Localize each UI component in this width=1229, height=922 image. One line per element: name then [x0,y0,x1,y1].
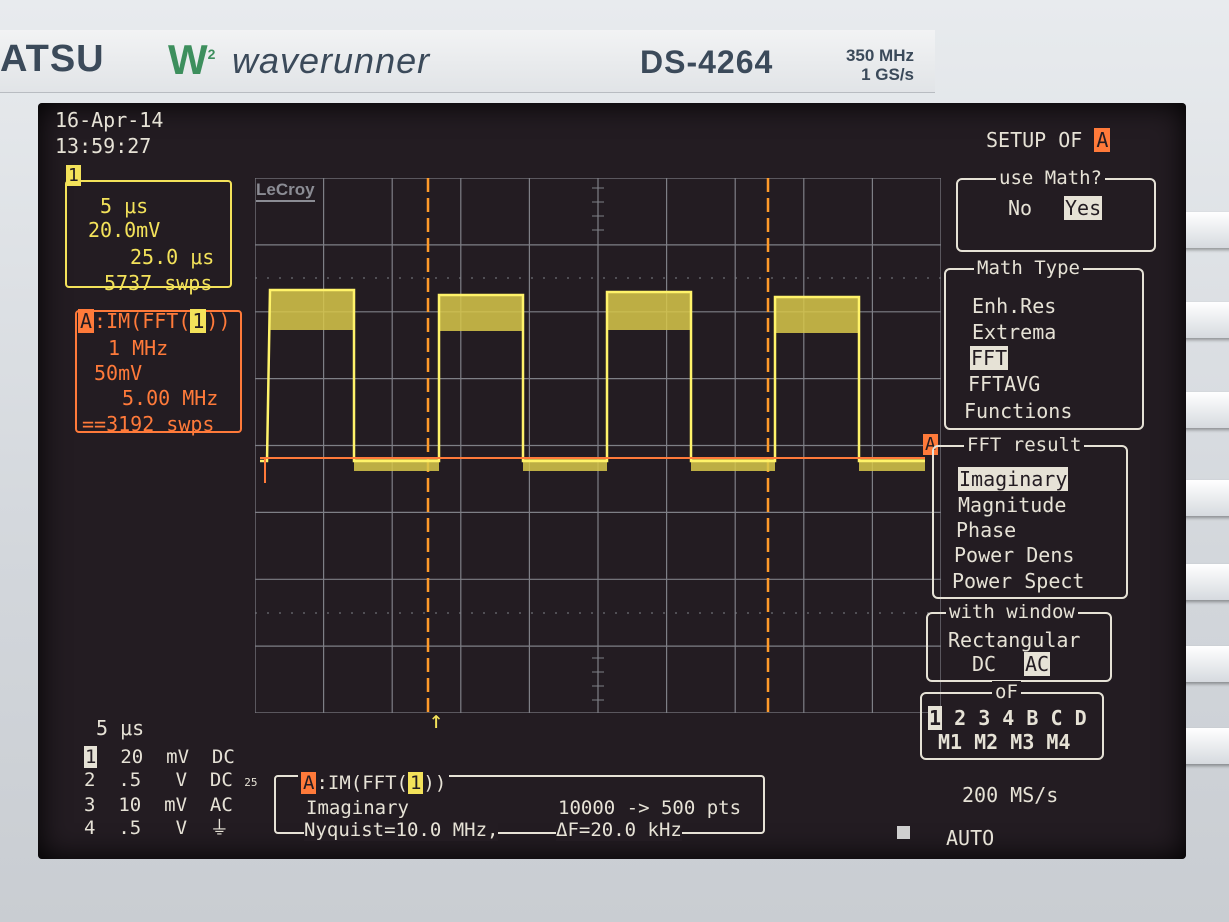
channel1-volts-div: 20.0mV [88,218,161,242]
brand-bar: ATSU W2 waverunner DS-4264 350 MHz 1 GS/… [0,30,935,93]
trigger-position-icon: ↑ [429,706,444,734]
math-type-menu[interactable]: Math Type Enh.Res Extrema FFT FFTAVG Fun… [944,257,1144,430]
math-type-functions[interactable]: Functions [964,399,1072,423]
ch3-summary: 3 10 mV AC [84,794,233,816]
math-source-list[interactable]: M1 M2 M3 M4 [938,730,1071,754]
trigger-mode: AUTO [946,826,995,850]
info-delta-f: ΔF=20.0 kHz [556,819,682,841]
math-sweeps: ==3192 swps [82,412,215,436]
channel1-offset: 25.0 μs [130,245,215,269]
fft-result-phase[interactable]: Phase [956,518,1016,542]
setup-menu-title: SETUP OF A [986,128,1111,152]
use-math-no[interactable]: No [1008,196,1032,220]
source-of-menu[interactable]: oF 1 2 3 4 B C D M1 M2 M3 M4 [920,681,1104,760]
info-points: 10000 -> 500 pts [558,797,742,819]
model-spec: 350 MHz 1 GS/s [845,46,914,84]
fft-result-power-spect[interactable]: Power Spect [952,569,1084,593]
use-math-yes[interactable]: Yes [1064,196,1103,220]
ch1-summary: 1 20 mV DC [84,746,235,768]
window-rectangular[interactable]: Rectangular [948,628,1080,652]
ch2-summary: 2 .5 V DC 25 [84,769,258,791]
date: 16-Apr-14 [55,108,164,132]
use-math-menu[interactable]: use Math? No Yes [956,167,1156,252]
trigger-status-square-icon [897,826,910,839]
math-scale: 50mV [94,361,143,385]
bottom-timebase: 5 μs [96,716,145,740]
model-number: DS-4264 [640,44,774,80]
brand-w-logo: W2 [168,36,216,83]
math-freq-div: 1 MHz [108,336,169,360]
info-result-type: Imaginary [306,797,409,819]
time: 13:59:27 [55,134,152,158]
with-window-menu[interactable]: with window Rectangular DC AC [926,601,1112,682]
channel1-timebase: 5 μs [100,194,149,218]
window-dc[interactable]: DC [972,652,996,676]
window-ac[interactable]: AC [1024,652,1051,676]
info-nyquist: Nyquist=10.0 MHz, [304,819,499,841]
sample-rate: 200 MS/s [962,783,1059,807]
fft-result-magnitude[interactable]: Magnitude [958,493,1066,517]
brand-name: waverunner [232,40,431,81]
channel-summary: 1 20 mV DC 2 .5 V DC 25 3 10 mV AC 4 .5 … [84,746,258,840]
info-title: A:IM(FFT(1)) [298,772,450,794]
math-label: A:IM(FFT(1)) [78,309,231,333]
math-type-fft[interactable]: FFT [970,346,1009,370]
channel1-tag: 1 [66,165,81,186]
ch4-summary: 4 .5 V ⏚ [84,817,229,839]
math-type-fftavg[interactable]: FFTAVG [968,372,1040,396]
waveform-grid[interactable] [255,178,941,713]
graticule-lines [255,178,941,713]
math-type-enhres[interactable]: Enh.Res [972,294,1056,318]
math-center: 5.00 MHz [122,386,219,410]
fft-result-menu[interactable]: FFT result Imaginary Magnitude Phase Pow… [932,434,1128,599]
brand-text: ATSU [0,38,105,80]
fft-result-imaginary[interactable]: Imaginary [958,467,1069,491]
fft-result-power-dens[interactable]: Power Dens [954,543,1074,567]
math-type-extrema[interactable]: Extrema [972,320,1056,344]
channel1-sweeps: 5737 swps [104,271,213,295]
source-list[interactable]: 1 2 3 4 B C D [928,706,1087,730]
